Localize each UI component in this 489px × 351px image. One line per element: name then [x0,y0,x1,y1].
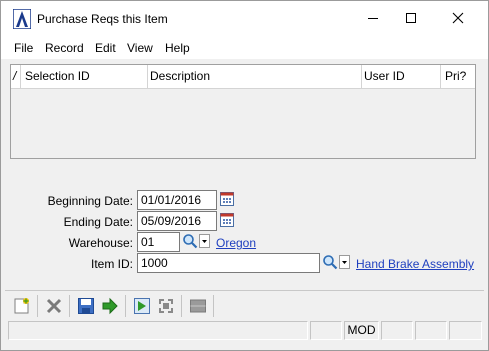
menu-record[interactable]: Record [45,41,84,55]
ending-date-calendar-icon[interactable] [220,213,234,227]
close-icon [452,12,464,24]
item-search-icon[interactable] [322,254,338,270]
purchase-reqs-window: Purchase Reqs this Item File Record Edit… [0,0,489,351]
status-message-cell [8,321,308,340]
delete-icon[interactable] [45,297,63,315]
menu-help[interactable]: Help [165,41,190,55]
maximize-icon [406,13,416,23]
collapse-icon[interactable] [189,297,207,315]
status-mode: MOD [344,321,379,340]
item-id-label: Item ID: [90,257,133,271]
menu-view[interactable]: View [127,41,153,55]
results-grid[interactable]: / Selection ID Description User ID Pri? [10,64,476,159]
status-cell [449,321,482,340]
column-description[interactable]: Description [148,65,362,88]
status-bar: MOD [8,321,483,340]
window-title: Purchase Reqs this Item [37,12,168,26]
column-priority[interactable]: Pri? [441,65,475,88]
expand-icon[interactable] [157,297,175,315]
toolbar-separator [125,295,126,317]
grid-header: / Selection ID Description User ID Pri? [11,65,475,89]
item-id-field[interactable]: 1000 [137,253,320,273]
beginning-date-label: Beginning Date: [47,194,133,208]
save-icon[interactable] [77,297,95,315]
maximize-button[interactable] [388,1,434,35]
warehouse-dropdown-icon[interactable] [199,234,210,248]
app-logo-icon [13,9,31,29]
menu-edit[interactable]: Edit [95,41,116,55]
column-user-id[interactable]: User ID [362,65,441,88]
warehouse-label: Warehouse: [68,236,133,250]
beginning-date-field[interactable]: 01/01/2016 [137,190,217,210]
close-button[interactable] [435,1,481,35]
new-record-icon[interactable] [13,297,31,315]
beginning-date-calendar-icon[interactable] [220,192,234,206]
toolbar-separator-line [5,290,484,291]
ending-date-field[interactable]: 05/09/2016 [137,211,217,231]
status-cell [310,321,342,340]
toolbar-separator [213,295,214,317]
toolbar-separator [37,295,38,317]
warehouse-field[interactable]: 01 [137,232,180,252]
toolbar-separator [181,295,182,317]
ending-date-label: Ending Date: [63,215,133,229]
warehouse-name-link[interactable]: Oregon [216,236,256,250]
run-report-icon[interactable] [133,297,151,315]
item-dropdown-icon[interactable] [339,255,350,269]
toolbar-separator [69,295,70,317]
status-cell [415,321,447,340]
menu-file[interactable]: File [14,41,33,55]
next-arrow-icon[interactable] [101,297,119,315]
title-bar: Purchase Reqs this Item [1,1,488,37]
status-cell [381,321,413,340]
item-description-link[interactable]: Hand Brake Assembly [356,257,474,271]
column-selection-id[interactable]: Selection ID [21,65,148,88]
warehouse-search-icon[interactable] [182,233,198,249]
minimize-icon [368,18,378,19]
row-marker-header: / [11,65,21,88]
menu-bar: File Record Edit View Help [1,37,488,59]
